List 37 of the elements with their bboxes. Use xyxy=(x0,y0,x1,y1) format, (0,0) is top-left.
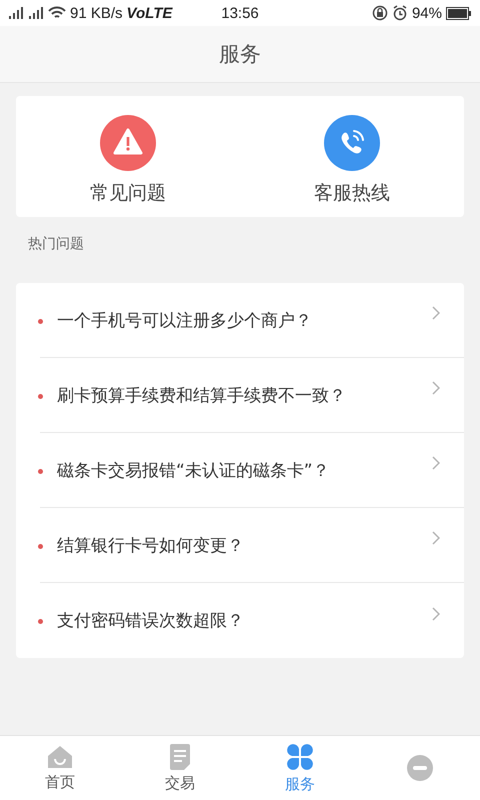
alarm-icon xyxy=(392,5,408,21)
bullet-dot xyxy=(38,469,43,474)
page-title: 服务 xyxy=(0,26,480,83)
battery-percent: 94% xyxy=(412,4,442,22)
question-item[interactable]: 支付密码错误次数超限？ xyxy=(40,583,464,658)
wifi-icon xyxy=(48,6,66,20)
question-item[interactable]: 磁条卡交易报错“未认证的磁条卡”？ xyxy=(40,433,464,508)
bullet-dot xyxy=(38,394,43,399)
section-title: 热门问题 xyxy=(27,235,85,254)
signal-icon xyxy=(28,7,44,19)
home-icon xyxy=(47,744,73,768)
clover-icon xyxy=(286,742,314,770)
bullet-dot xyxy=(38,319,43,324)
shortcut-button[interactable]: 客服热线 xyxy=(240,96,464,217)
rotation-lock-icon xyxy=(372,5,388,21)
chevron-right-icon xyxy=(432,306,440,320)
bullet-dot xyxy=(38,619,43,624)
signal-icon xyxy=(8,7,24,19)
chevron-right-icon xyxy=(432,531,440,545)
volte-label: VoLTE xyxy=(126,4,172,22)
question-item[interactable]: 结算银行卡号如何变更？ xyxy=(40,508,464,583)
chevron-right-icon xyxy=(432,606,440,620)
clock: 13:56 xyxy=(221,4,259,22)
nav-tab[interactable]: 首页 xyxy=(0,736,120,800)
chevron-right-icon xyxy=(432,456,440,470)
profile-icon xyxy=(407,755,433,781)
phone-icon xyxy=(323,114,381,172)
nav-tab[interactable]: 交易 xyxy=(120,736,240,800)
warning-icon xyxy=(99,114,157,172)
battery-icon xyxy=(446,6,472,20)
bullet-dot xyxy=(38,544,43,549)
shortcut-button[interactable]: 常见问题 xyxy=(16,96,240,217)
question-item[interactable]: 刷卡预算手续费和结算手续费不一致？ xyxy=(40,358,464,433)
question-item[interactable]: 一个手机号可以注册多少个商户？ xyxy=(40,283,464,358)
network-speed: 91 KB/s xyxy=(70,4,123,22)
chevron-right-icon xyxy=(432,381,440,395)
document-icon xyxy=(170,744,190,770)
